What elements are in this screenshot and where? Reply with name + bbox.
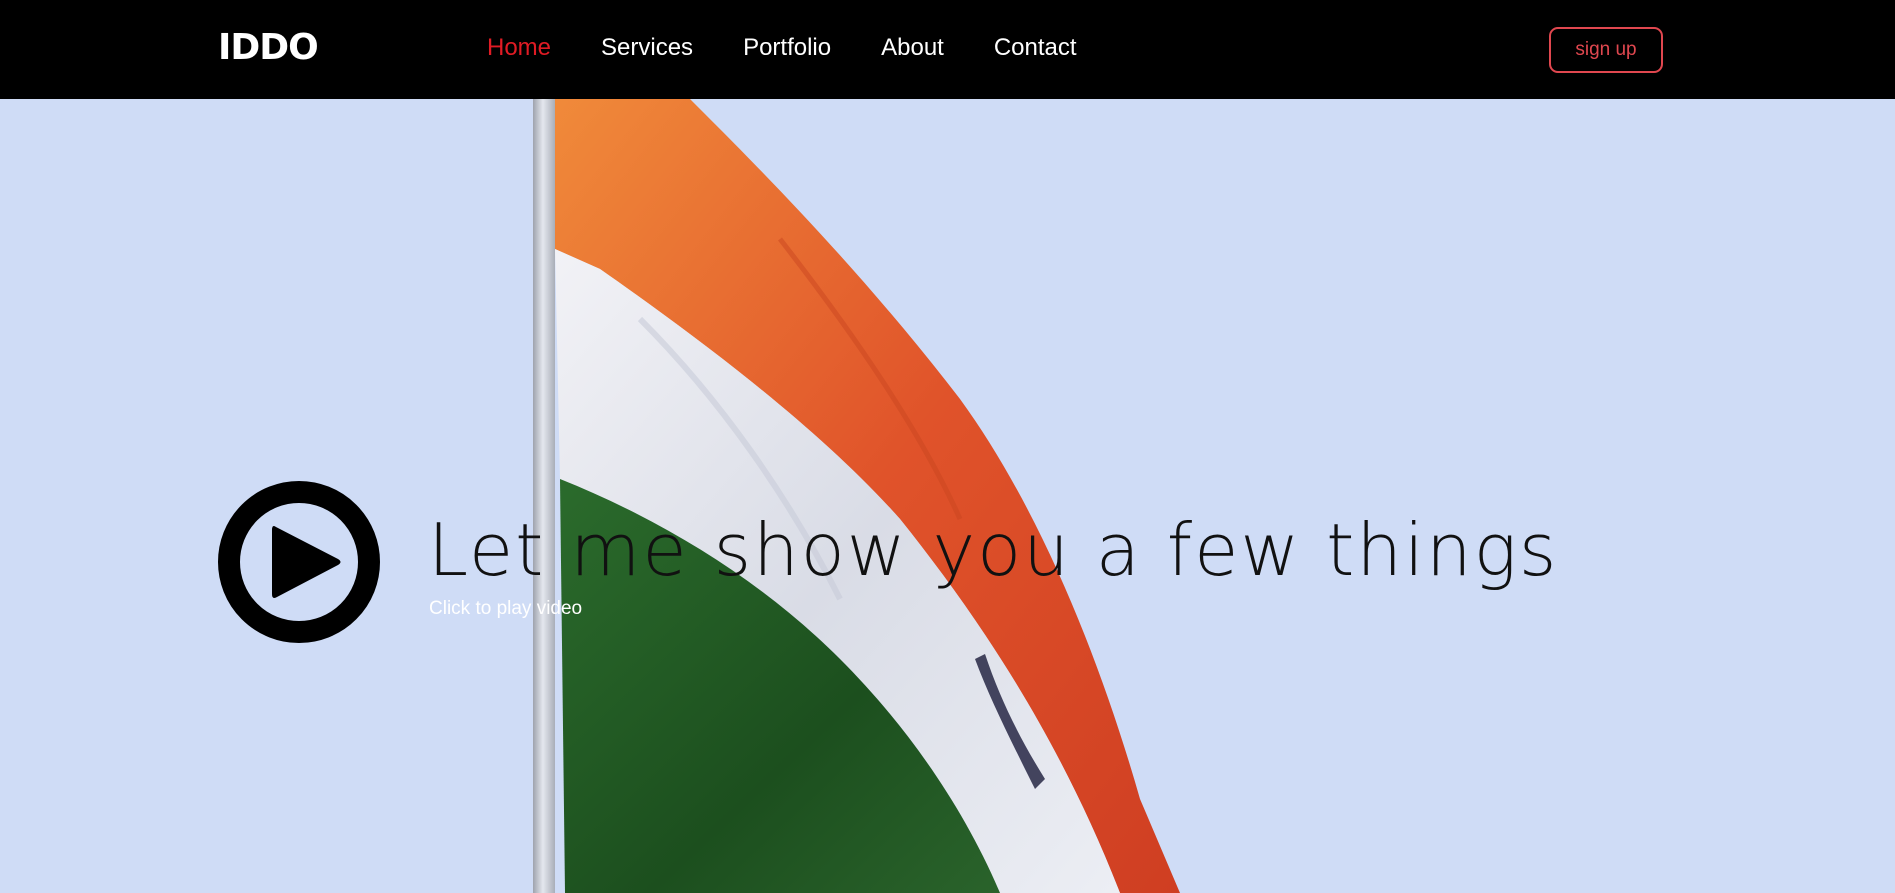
nav-link-home[interactable]: Home xyxy=(487,31,551,65)
play-video-button[interactable] xyxy=(218,481,380,643)
top-navbar: IDDO Home Services Portfolio About Conta… xyxy=(0,0,1895,99)
signup-button[interactable]: sign up xyxy=(1549,27,1663,73)
hero-play-hint[interactable]: Click to play video xyxy=(429,597,582,621)
hero-section: Let me show you a few things Click to pl… xyxy=(0,99,1895,893)
hero-headline: Let me show you a few things xyxy=(428,508,1559,592)
brand-logo[interactable]: IDDO xyxy=(218,26,319,70)
nav-link-contact[interactable]: Contact xyxy=(994,31,1077,65)
nav-link-portfolio[interactable]: Portfolio xyxy=(743,31,831,65)
nav-link-about[interactable]: About xyxy=(881,31,944,65)
nav-link-services[interactable]: Services xyxy=(601,31,693,65)
main-nav: Home Services Portfolio About Contact xyxy=(487,31,1127,65)
play-circle-icon xyxy=(218,481,380,643)
